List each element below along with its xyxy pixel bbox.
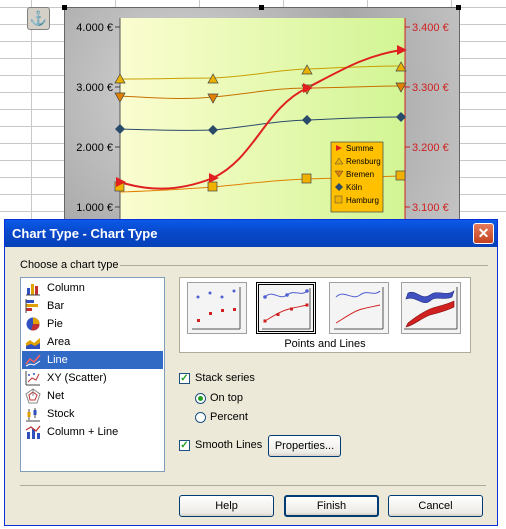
left-tick-label: 4.000 €	[76, 22, 113, 34]
help-button[interactable]: Help	[179, 495, 274, 517]
left-tick-label: 3.000 €	[76, 82, 113, 94]
chart-type-pie[interactable]: Pie	[22, 315, 163, 333]
legend-entry: Hamburg	[346, 196, 379, 205]
variant-lines-only[interactable]	[329, 282, 389, 334]
chart-type-dialog: Chart Type - Chart Type ✕ Choose a chart…	[4, 219, 498, 526]
chart-type-label: Pie	[47, 318, 63, 330]
variant-points-and-lines[interactable]	[256, 282, 316, 334]
cancel-button[interactable]: Cancel	[388, 495, 483, 517]
finish-button[interactable]: Finish	[284, 495, 379, 517]
anchor-icon[interactable]: ⚓	[27, 7, 50, 30]
chart-type-column-line[interactable]: Column + Line	[22, 423, 163, 441]
3d-lines-icon	[404, 287, 458, 330]
right-tick-label: 3.300 €	[412, 82, 449, 94]
chart-type-label: Column	[47, 282, 85, 294]
scatter-chart-icon	[25, 371, 40, 386]
resize-handle[interactable]	[456, 5, 461, 10]
chart-type-stock[interactable]: Stock	[22, 405, 163, 423]
smooth-lines-label[interactable]: Smooth Lines	[195, 439, 262, 451]
marker-hamburg	[395, 170, 406, 181]
chart-type-label: Stock	[47, 408, 75, 420]
chart-type-label: Net	[47, 390, 65, 402]
properties-button[interactable]: Properties...	[268, 435, 341, 457]
area-chart-icon	[26, 338, 40, 349]
chart-type-label: Line	[47, 354, 68, 366]
smooth-lines-checkbox[interactable]: ✓	[179, 440, 190, 451]
pie-chart-icon	[26, 317, 40, 331]
line-chart-icon	[25, 354, 41, 367]
chart-type-area[interactable]: Area	[22, 333, 163, 351]
button-separator	[20, 485, 486, 486]
on-top-label[interactable]: On top	[210, 392, 243, 404]
points-only-icon	[192, 287, 241, 330]
chart-svg: 4.000 € 3.000 € 2.000 € 1.000 € 3.400 € …	[76, 18, 449, 223]
chart-type-line[interactable]: Line	[22, 351, 163, 369]
right-tick-label: 3.200 €	[412, 142, 449, 154]
on-top-radio[interactable]	[195, 393, 206, 404]
stack-series-checkbox[interactable]: ✓	[179, 373, 190, 384]
net-chart-icon	[25, 388, 41, 404]
left-tick-label: 1.000 €	[76, 202, 113, 214]
chart-type-label: Area	[47, 336, 71, 348]
left-tick-label: 2.000 €	[76, 142, 113, 154]
column-chart-icon	[26, 284, 40, 296]
chart-variant-panel: Points and Lines	[179, 277, 471, 353]
chart-type-label: Column + Line	[47, 426, 119, 438]
percent-label[interactable]: Percent	[210, 411, 248, 423]
marker-hamburg	[301, 173, 312, 184]
chart-type-label: XY (Scatter)	[47, 372, 107, 384]
chart-type-xy-scatter[interactable]: XY (Scatter)	[22, 369, 163, 387]
points-and-lines-icon	[262, 288, 311, 330]
dialog-title: Chart Type - Chart Type	[12, 226, 158, 241]
chart-preview[interactable]: 4.000 € 3.000 € 2.000 € 1.000 € 3.400 € …	[62, 5, 461, 224]
close-icon[interactable]: ✕	[473, 223, 494, 244]
variant-caption: Points and Lines	[284, 338, 366, 350]
resize-handle[interactable]	[62, 5, 67, 10]
group-label: Choose a chart type	[20, 259, 119, 271]
percent-radio[interactable]	[195, 412, 206, 423]
bar-chart-icon	[25, 299, 38, 313]
legend-entry: Summe	[346, 144, 374, 153]
resize-handle[interactable]	[259, 5, 264, 10]
variant-3d-lines[interactable]	[401, 282, 461, 334]
lines-only-icon	[334, 287, 384, 330]
column-line-chart-icon	[25, 425, 41, 439]
variant-points-only[interactable]	[187, 282, 247, 334]
chart-type-list[interactable]: Column Bar Pie Area Line XY (Scatter) Ne…	[20, 277, 165, 472]
right-tick-label: 3.100 €	[412, 202, 449, 214]
group-divider	[120, 265, 488, 266]
chart-type-label: Bar	[47, 300, 65, 312]
chart-type-column[interactable]: Column	[22, 279, 163, 297]
chart-type-net[interactable]: Net	[22, 387, 163, 405]
legend-entry: Köln	[346, 183, 362, 192]
right-tick-label: 3.400 €	[412, 22, 449, 34]
legend-entry: Rensburg	[346, 157, 381, 166]
stack-series-label[interactable]: Stack series	[195, 372, 255, 384]
marker-hamburg	[207, 181, 218, 192]
legend-entry: Bremen	[346, 170, 374, 179]
chart-type-bar[interactable]: Bar	[22, 297, 163, 315]
dialog-titlebar[interactable]: Chart Type - Chart Type ✕	[5, 220, 497, 247]
stock-chart-icon	[26, 408, 40, 422]
